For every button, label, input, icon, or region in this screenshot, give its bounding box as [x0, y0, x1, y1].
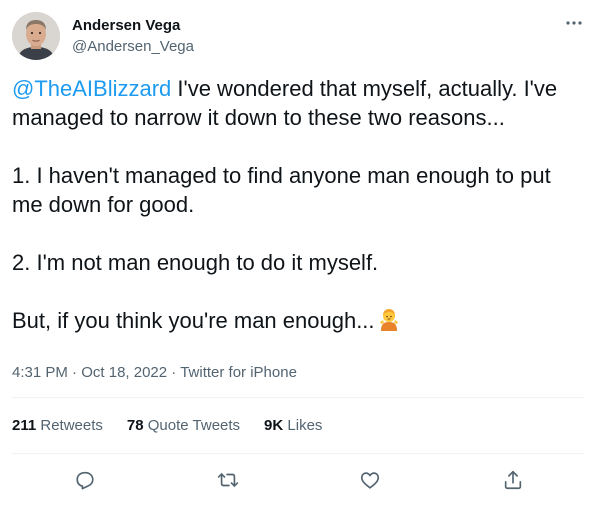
avatar[interactable]: [12, 12, 60, 60]
divider: [12, 453, 584, 454]
avatar-image: [12, 12, 60, 60]
tweet-line: managed to narrow it down to these two r…: [12, 105, 505, 130]
display-name[interactable]: Andersen Vega: [72, 16, 180, 36]
retweets-stat[interactable]: 211 Retweets: [12, 416, 103, 436]
tweet-text-span: I've wondered that myself, actually. I'v…: [171, 76, 558, 101]
more-options-button[interactable]: [562, 14, 586, 32]
reply-icon: [76, 471, 94, 490]
person-shrugging-emoji: [377, 307, 401, 338]
tweet-line: me down for good.: [12, 192, 195, 217]
share-button[interactable]: [498, 465, 528, 495]
tweet-text-span: But, if you think you're man enough...: [12, 308, 375, 333]
reply-button[interactable]: [70, 465, 100, 495]
likes-count: 9K: [264, 417, 284, 434]
user-handle[interactable]: @Andersen_Vega: [72, 37, 194, 57]
tweet-line: @TheAIBlizzard I've wondered that myself…: [12, 74, 584, 103]
meta-separator: ·: [167, 364, 181, 381]
meta-separator: ·: [67, 364, 82, 381]
tweet-meta: 4:31 PM · Oct 18, 2022 · Twitter for iPh…: [12, 363, 297, 383]
more-horizontal-icon: [566, 21, 582, 25]
tweet-line: 1. I haven't managed to find anyone man …: [12, 163, 551, 188]
heart-icon: [360, 472, 380, 489]
tweet-text: @TheAIBlizzard I've wondered that myself…: [12, 74, 584, 338]
tweet-stats: 211 Retweets 78 Quote Tweets 9K Likes: [12, 416, 346, 436]
share-icon: [504, 470, 522, 490]
quote-tweets-stat[interactable]: 78 Quote Tweets: [127, 416, 240, 436]
retweet-button[interactable]: [213, 465, 243, 495]
divider: [12, 397, 584, 398]
quote-tweets-label: Quote Tweets: [147, 417, 241, 434]
tweet-date-link[interactable]: Oct 18, 2022: [81, 364, 167, 381]
tweet-line: 2. I'm not man enough to do it myself.: [12, 250, 379, 275]
tweet-card: Andersen Vega @Andersen_Vega @TheAIBlizz…: [0, 0, 596, 515]
like-button[interactable]: [355, 465, 385, 495]
retweets-label: Retweets: [40, 417, 103, 434]
tweet-source-link[interactable]: Twitter for iPhone: [180, 364, 297, 381]
tweet-line: But, if you think you're man enough...: [12, 306, 584, 338]
likes-label: Likes: [287, 417, 323, 434]
tweet-time-link[interactable]: 4:31 PM: [12, 364, 68, 381]
retweet-icon: [217, 473, 239, 487]
tweet-actions: [0, 465, 596, 495]
likes-stat[interactable]: 9K Likes: [264, 416, 322, 436]
mention-link[interactable]: @TheAIBlizzard: [12, 76, 171, 101]
retweets-count: 211: [12, 417, 37, 434]
quote-tweets-count: 78: [126, 417, 144, 434]
